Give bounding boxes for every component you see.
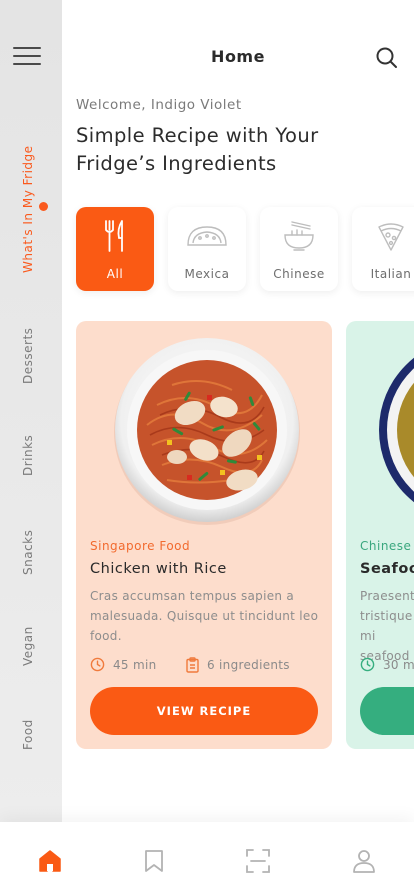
ingredient-count-text: 6 ingredients [207, 658, 290, 672]
sidebar-item-snacks[interactable]: Snacks [21, 530, 35, 575]
clipboard-icon [186, 657, 199, 673]
dish-image [376, 335, 414, 525]
category-all[interactable]: All [76, 207, 154, 291]
category-list: All Mexica Chinese Italian [76, 207, 414, 291]
search-icon[interactable] [374, 45, 400, 71]
utensils-icon [102, 219, 128, 253]
cook-time-text: 45 min [113, 657, 157, 672]
recipe-name: Chicken with Rice [90, 561, 227, 577]
cook-time: 45 min [90, 657, 157, 672]
category-chinese[interactable]: Chinese [260, 207, 338, 291]
bottom-nav [0, 822, 414, 896]
active-indicator-dot [39, 202, 48, 211]
category-label: Chinese [273, 267, 325, 281]
main-content: Home Welcome, Indigo Violet Simple Recip… [62, 0, 414, 822]
sidebar-item-drinks[interactable]: Drinks [21, 435, 35, 476]
clock-icon [360, 657, 375, 672]
category-mexica[interactable]: Mexica [168, 207, 246, 291]
recipe-card[interactable]: Chinese Food Seafood Curry Praesent tris… [346, 321, 414, 749]
cook-time-text: 30 min [383, 657, 414, 672]
pizza-icon [376, 219, 406, 253]
ingredient-count: 6 ingredients [186, 657, 290, 673]
recipe-category: Singapore Food [90, 539, 191, 553]
profile-icon[interactable] [349, 846, 379, 876]
cook-time: 30 min [360, 657, 414, 672]
sidebar-item-whats-in-my-fridge[interactable]: What's In My Fridge [21, 145, 35, 273]
sidebar-item-food[interactable]: Food [21, 719, 35, 750]
bookmark-icon[interactable] [139, 846, 169, 876]
category-label: Mexica [184, 267, 230, 281]
welcome-text: Welcome, Indigo Violet [76, 97, 242, 113]
view-recipe-button[interactable]: VIEW RECIPE [90, 687, 318, 735]
menu-icon[interactable] [13, 47, 41, 67]
noodle-bowl-icon [282, 219, 316, 253]
sidebar-item-desserts[interactable]: Desserts [21, 328, 35, 384]
taco-icon [186, 219, 228, 253]
category-label: All [106, 267, 124, 281]
recipe-card[interactable]: Singapore Food Chicken with Rice Cras ac… [76, 321, 332, 749]
recipe-name: Seafood Curry [360, 561, 414, 577]
headline: Simple Recipe with Your Fridge’s Ingredi… [76, 124, 319, 175]
recipe-description: Cras accumsan tempus sapien a malesuada.… [90, 589, 319, 643]
recipe-description: Praesent tristique mi seafood [360, 589, 414, 663]
page-title: Home [211, 47, 265, 66]
view-recipe-button[interactable] [360, 687, 414, 735]
sidebar-item-vegan[interactable]: Vegan [21, 626, 35, 666]
clock-icon [90, 657, 105, 672]
category-label: Italian [370, 267, 412, 281]
sidebar: What's In My Fridge Desserts Drinks Snac… [0, 0, 62, 822]
home-icon[interactable] [35, 846, 65, 876]
scan-icon[interactable] [243, 846, 273, 876]
recipe-category: Chinese Food [360, 539, 414, 553]
dish-image [112, 335, 302, 525]
category-italian[interactable]: Italian [352, 207, 414, 291]
